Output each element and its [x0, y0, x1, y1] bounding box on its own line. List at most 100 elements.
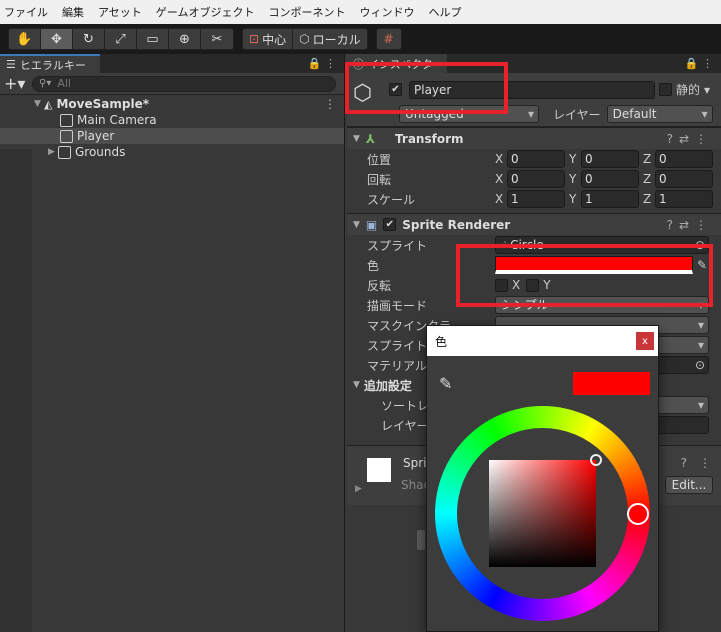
pivot-toggle[interactable]: ⊡ 中心 [243, 29, 294, 49]
menu-edit[interactable]: 編集 [62, 4, 84, 20]
collapse-arrow-icon[interactable]: ▼ [353, 220, 360, 230]
color-picker-title: 色 [435, 334, 448, 349]
menu-dots-icon[interactable]: ⋮ [702, 57, 713, 70]
eyedropper-icon[interactable]: ✎ [439, 374, 452, 393]
position-y[interactable]: 0 [581, 150, 639, 168]
toolbar: ✋ ✥ ↻ ⤢ ▭ ⊕ ✂ ⊡ 中心 ⬡ ローカル # [0, 24, 721, 54]
scale-x[interactable]: 1 [507, 190, 565, 208]
transform-icon: ⅄ [365, 131, 376, 146]
highlight-name-box [345, 62, 508, 114]
menu-assets[interactable]: アセット [98, 4, 142, 20]
tree-row-main-camera[interactable]: Main Camera [0, 112, 344, 128]
lock-icon[interactable]: 🔒 [308, 57, 322, 70]
object-picker-icon[interactable]: ⊙ [695, 357, 705, 373]
material-name: Spri [403, 456, 427, 470]
search-icon: ⚲▾ [39, 78, 52, 89]
grid-snap-icon[interactable]: # [375, 28, 402, 50]
rotate-tool-icon[interactable]: ↻ [73, 29, 105, 49]
space-label: ローカル [312, 32, 361, 47]
main-camera-label: Main Camera [77, 113, 157, 127]
hand-tool-icon[interactable]: ✋ [9, 29, 41, 49]
help-icon[interactable]: ? [681, 456, 687, 470]
static-toggle[interactable]: 静的 ▾ [659, 81, 710, 98]
close-button[interactable]: x [636, 332, 654, 350]
collapse-arrow-icon[interactable]: ▼ [353, 134, 360, 144]
tree-row-scene[interactable]: ▼ ◭ MoveSample* ⋮ [0, 96, 344, 112]
position-x[interactable]: 0 [507, 150, 565, 168]
highlight-color-box [456, 244, 713, 307]
transform-header[interactable]: ▼ ⅄ Transform ?⇄⋮ [347, 127, 721, 149]
scale-z[interactable]: 1 [655, 190, 713, 208]
space-toggle[interactable]: ⬡ ローカル [293, 29, 367, 49]
rotation-z[interactable]: 0 [655, 170, 713, 188]
edit-shader-button[interactable]: Edit... [665, 476, 713, 494]
hierarchy-search-input[interactable]: ⚲▾ All [32, 75, 336, 92]
static-label: 静的 [676, 83, 701, 97]
axis-x[interactable]: X [495, 192, 507, 206]
lock-icon[interactable]: 🔒 [685, 57, 699, 70]
hierarchy-tab[interactable]: ☰ ヒエラルキー [0, 54, 100, 73]
rotation-row: 回転 X0 Y0 Z0 [347, 169, 721, 189]
inspector-tab-icons: 🔒 ⋮ [685, 57, 713, 70]
menu-dots-icon[interactable]: ⋮ [325, 57, 336, 70]
add-object-button[interactable]: +▾ [4, 74, 32, 93]
help-icon[interactable]: ? [667, 218, 679, 232]
axis-z[interactable]: Z [643, 152, 655, 166]
preset-icon[interactable]: ⇄ [679, 132, 695, 146]
component-menu-icon[interactable]: ⋮ [695, 132, 713, 146]
position-z[interactable]: 0 [655, 150, 713, 168]
sv-handle[interactable] [590, 454, 602, 466]
menu-bar: ファイル 編集 アセット ゲームオブジェクト コンポーネント ウィンドウ ヘルプ [0, 0, 721, 24]
static-dropdown-icon[interactable]: ▾ [704, 83, 710, 97]
scene-menu-icon[interactable]: ⋮ [324, 97, 336, 111]
layer-dropdown[interactable]: Default [606, 105, 713, 123]
axis-y[interactable]: Y [569, 172, 581, 186]
pivot-icon: ⊡ [249, 32, 260, 46]
preset-icon[interactable]: ⇄ [679, 218, 695, 232]
axis-x[interactable]: X [495, 152, 507, 166]
scale-row: スケール X1 Y1 Z1 [347, 189, 721, 209]
player-label: Player [77, 129, 115, 143]
cube-icon [58, 145, 71, 159]
collapse-arrow-icon[interactable]: ▼ [353, 380, 360, 390]
expand-arrow-icon[interactable]: ▼ [34, 99, 44, 109]
position-label: 位置 [367, 152, 392, 167]
static-checkbox[interactable] [659, 83, 672, 96]
menu-component[interactable]: コンポーネント [268, 4, 345, 20]
scale-tool-icon[interactable]: ⤢ [105, 29, 137, 49]
tree-row-player[interactable]: Player [0, 128, 344, 144]
scale-y[interactable]: 1 [581, 190, 639, 208]
axis-z[interactable]: Z [643, 192, 655, 206]
transform-tool-icon[interactable]: ⊕ [169, 29, 201, 49]
expand-arrow-icon[interactable]: ▶ [355, 484, 362, 494]
scale-fields: X1 Y1 Z1 [495, 190, 717, 208]
menu-gameobject[interactable]: ゲームオブジェクト [156, 4, 255, 20]
hierarchy-tab-label: ヒエラルキー [19, 58, 86, 72]
axis-y[interactable]: Y [569, 152, 581, 166]
rect-tool-icon[interactable]: ▭ [137, 29, 169, 49]
saturation-value-square[interactable] [489, 460, 596, 567]
axis-x[interactable]: X [495, 172, 507, 186]
rotation-x[interactable]: 0 [507, 170, 565, 188]
custom-tool-icon[interactable]: ✂ [201, 29, 233, 49]
sprite-renderer-enabled-checkbox[interactable]: ✔ [383, 218, 397, 231]
sprite-renderer-header[interactable]: ▼ ▣ ✔ Sprite Renderer ?⇄⋮ [347, 213, 721, 235]
collapse-arrow-icon[interactable]: ▶ [48, 147, 58, 157]
cube-icon [60, 129, 73, 143]
menu-window[interactable]: ウィンドウ [359, 4, 414, 20]
menu-file[interactable]: ファイル [4, 4, 48, 20]
component-menu-icon[interactable]: ⋮ [695, 218, 713, 232]
rotation-y[interactable]: 0 [581, 170, 639, 188]
color-picker-titlebar[interactable]: 色 x [427, 326, 658, 356]
move-tool-icon[interactable]: ✥ [41, 29, 73, 49]
component-menu-icon[interactable]: ⋮ [699, 456, 711, 470]
axis-z[interactable]: Z [643, 172, 655, 186]
menu-help[interactable]: ヘルプ [428, 4, 461, 20]
help-icon[interactable]: ? [667, 132, 679, 146]
hierarchy-tab-icons: 🔒 ⋮ [308, 57, 336, 70]
add-component-button-edge[interactable] [417, 530, 425, 550]
hue-handle[interactable] [627, 503, 649, 525]
axis-y[interactable]: Y [569, 192, 581, 206]
tree-row-grounds[interactable]: ▶ Grounds [0, 144, 344, 160]
sprite-renderer-icon: ▣ [365, 217, 378, 232]
